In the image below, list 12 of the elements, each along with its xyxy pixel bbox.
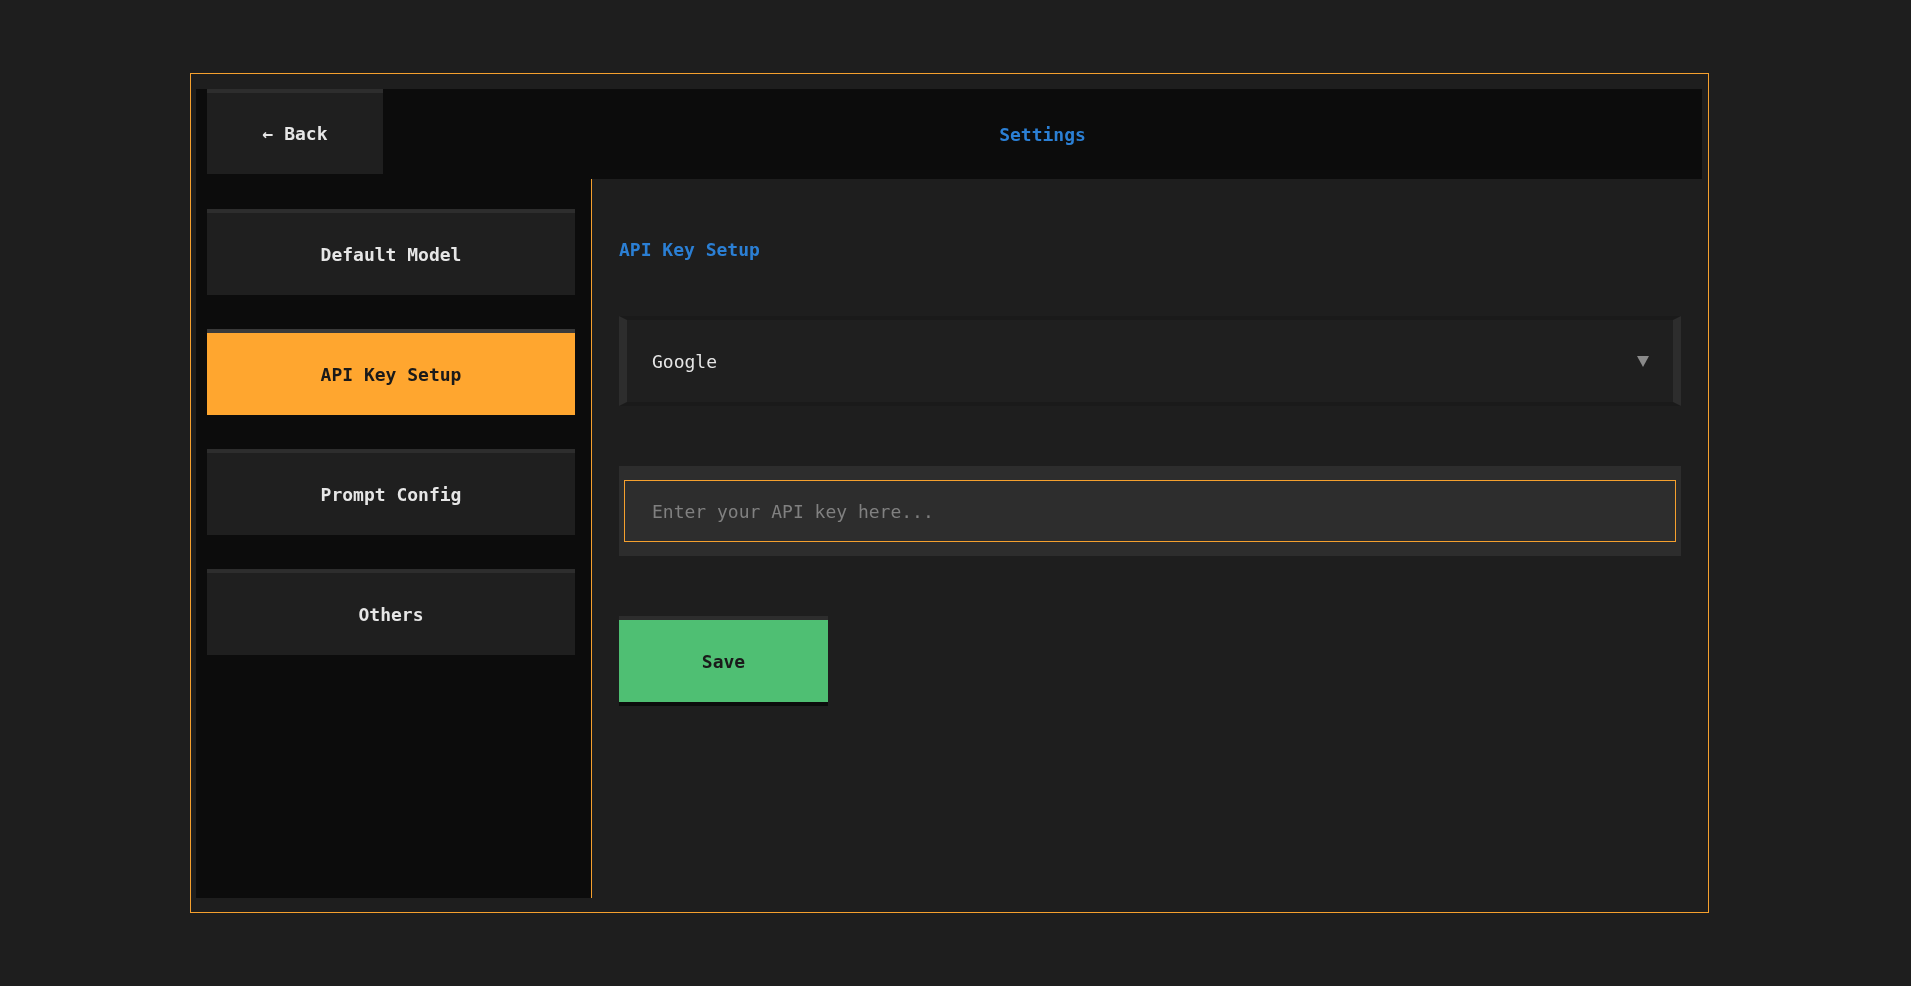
sidebar-item[interactable]: Prompt Config — [207, 449, 575, 535]
api-key-field[interactable]: Enter your API key here... — [619, 466, 1681, 556]
dropdown-value: Google — [652, 350, 718, 372]
sidebar-item[interactable]: Default Model — [207, 209, 575, 295]
page-title: Settings — [999, 123, 1086, 145]
save-button[interactable]: Save — [619, 616, 828, 706]
back-button[interactable]: ← Back — [207, 89, 383, 174]
provider-dropdown[interactable]: Google — [619, 316, 1681, 406]
caret-icon — [1637, 355, 1649, 367]
section-heading: API Key Setup — [619, 239, 760, 260]
sidebar-item[interactable]: Others — [207, 569, 575, 655]
sidebar-item[interactable]: API Key Setup — [207, 329, 575, 415]
